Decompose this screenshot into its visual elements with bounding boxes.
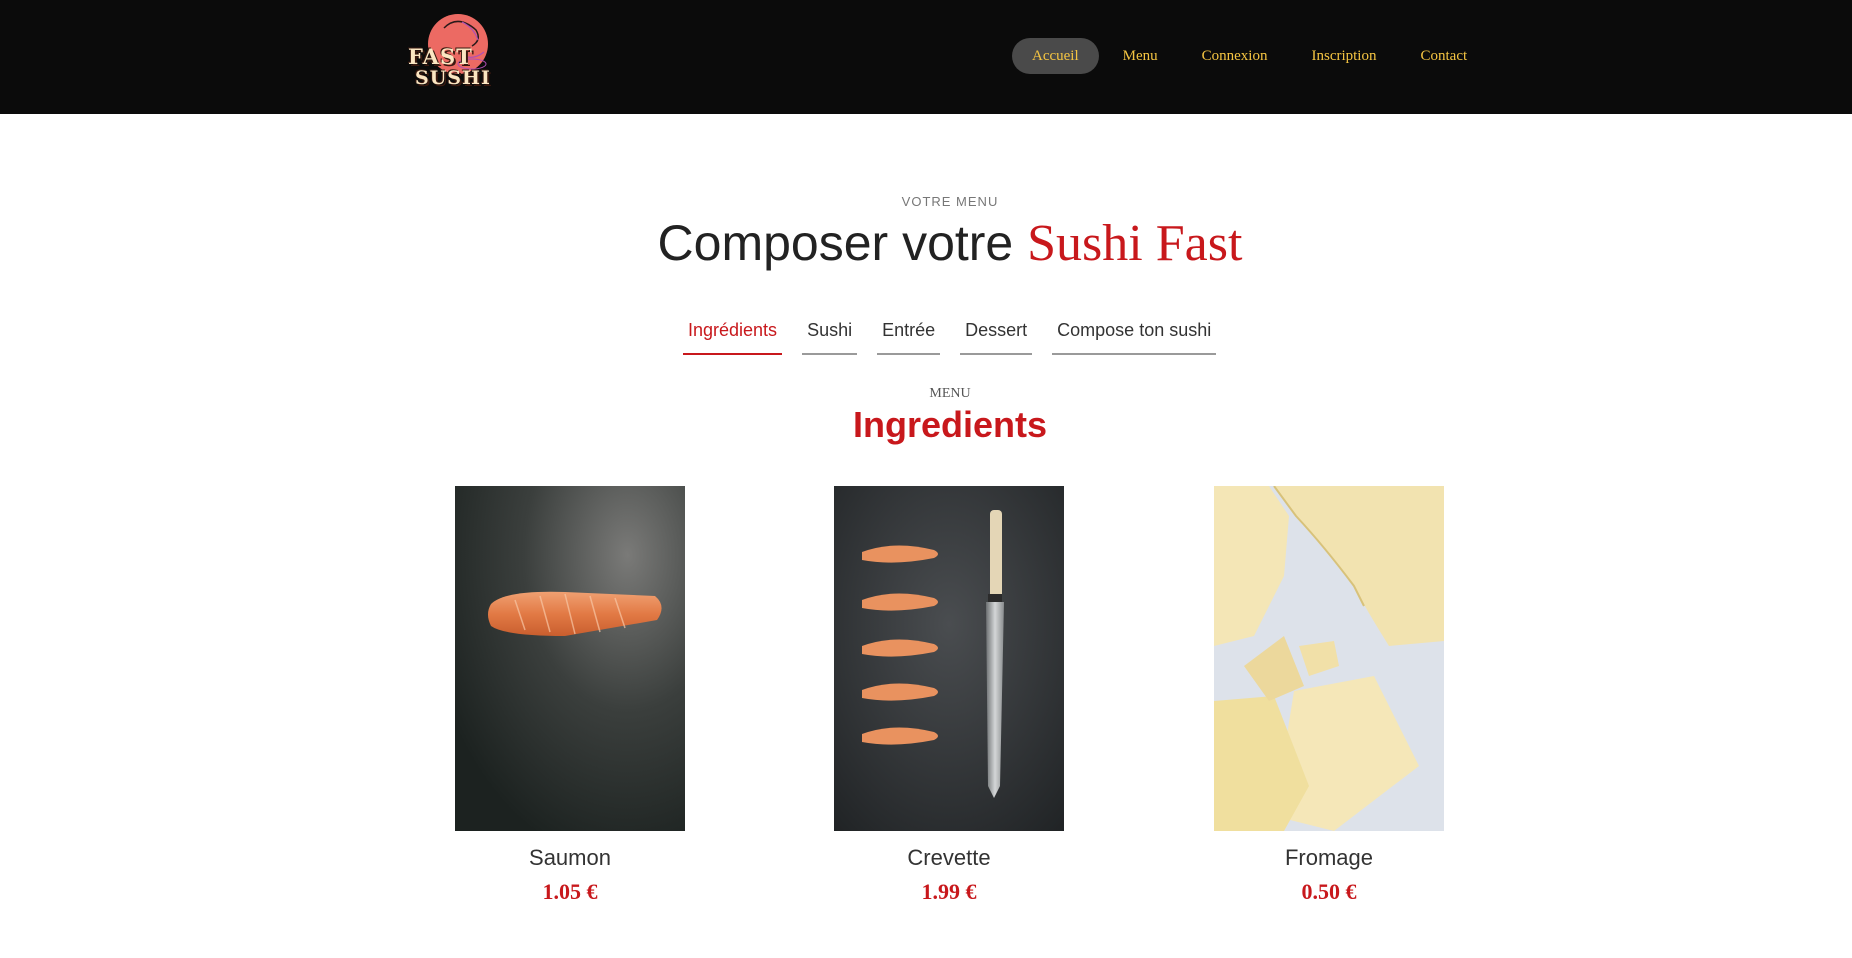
section-eyebrow: VOTRE MENU <box>901 194 999 209</box>
page-title-accent: Sushi Fast <box>1027 215 1243 272</box>
product-card-crevette[interactable]: Crevette 1.99 € <box>834 486 1064 905</box>
nav-contact[interactable]: Contact <box>1400 38 1487 74</box>
product-card-saumon[interactable]: Saumon 1.05 € <box>455 486 685 905</box>
tab-ingredients[interactable]: Ingrédients <box>683 312 783 355</box>
product-price: 0.50 € <box>1301 879 1357 905</box>
menu-kicker: MENU <box>929 386 971 401</box>
salmon-fillet-photo <box>455 486 685 831</box>
menu-title: Ingredients <box>852 404 1048 445</box>
main-nav: Accueil Menu Connexion Inscription Conta… <box>1012 38 1852 74</box>
product-name: Saumon <box>529 845 611 870</box>
nav-accueil[interactable]: Accueil <box>1012 38 1099 74</box>
cheese-slices-photo <box>1214 486 1444 831</box>
product-name: Crevette <box>907 845 991 870</box>
product-card-fromage[interactable]: Fromage 0.50 € <box>1214 486 1444 905</box>
tab-dessert[interactable]: Dessert <box>960 312 1033 355</box>
tab-compose-ton-sushi[interactable]: Compose ton sushi <box>1052 312 1217 355</box>
tab-sushi[interactable]: Sushi <box>802 312 858 355</box>
menu-tabs: Ingrédients Sushi Entrée Dessert Compose… <box>683 312 1217 355</box>
product-price: 1.05 € <box>542 879 598 905</box>
page-title-plain: Composer votre <box>657 215 1028 271</box>
logo-text-sushi: SUSHI <box>415 67 491 89</box>
nav-inscription[interactable]: Inscription <box>1291 38 1396 74</box>
nav-connexion[interactable]: Connexion <box>1182 38 1288 74</box>
logo-text-fast: FAST <box>408 44 473 69</box>
nav-menu[interactable]: Menu <box>1103 38 1178 74</box>
product-price: 1.99 € <box>921 879 977 905</box>
fast-sushi-logo[interactable]: FAST SUSHI <box>404 6 504 96</box>
product-name: Fromage <box>1284 845 1374 870</box>
tab-entree[interactable]: Entrée <box>877 312 941 355</box>
top-navbar: FAST SUSHI Accueil Menu Connexion Inscri… <box>0 0 1852 114</box>
page-title: Composer votre Sushi Fast <box>0 214 1852 273</box>
shrimp-and-knife-photo <box>834 486 1064 831</box>
